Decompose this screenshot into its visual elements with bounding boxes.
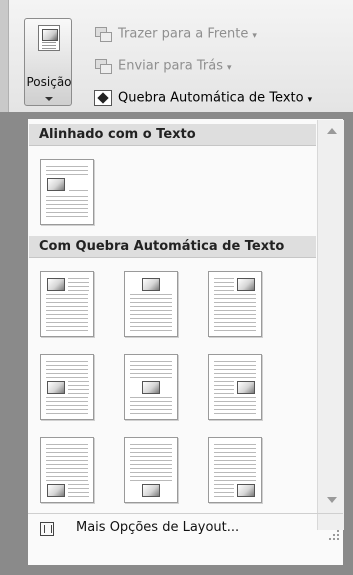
- layout-options-icon: [40, 522, 54, 536]
- position-option-top-center[interactable]: [124, 271, 178, 337]
- chevron-down-icon: ▾: [226, 62, 232, 73]
- position-button-label: Posição: [26, 75, 72, 89]
- more-layout-options-item[interactable]: Mais Opções de Layout...: [28, 513, 343, 544]
- position-option-middle-right[interactable]: [208, 354, 262, 420]
- send-backward-label: Enviar para Trás: [118, 58, 223, 74]
- send-backward-button[interactable]: Enviar para Trás ▾: [94, 58, 232, 80]
- ribbon-edge: [0, 0, 9, 112]
- more-layout-options-label: Mais Opções de Layout...: [76, 520, 240, 535]
- position-dropdown: Alinhado com o Texto Com Quebra Automáti…: [27, 118, 344, 566]
- position-button[interactable]: Posição: [24, 18, 72, 106]
- bring-forward-button[interactable]: Trazer para a Frente ▾: [94, 26, 257, 48]
- ribbon-panel: Posição Trazer para a Frente ▾ Enviar par…: [0, 0, 353, 112]
- chevron-down-icon: ▾: [307, 94, 313, 105]
- chevron-down-icon: [45, 97, 53, 101]
- position-icon: [38, 25, 60, 51]
- scrollbar[interactable]: [317, 120, 344, 530]
- scroll-up-icon[interactable]: [327, 128, 337, 134]
- position-option-bottom-right[interactable]: [208, 437, 262, 503]
- text-wrapping-button[interactable]: Quebra Automática de Texto ▾: [94, 90, 312, 112]
- send-backward-icon: [94, 58, 112, 74]
- position-option-inline[interactable]: [40, 159, 94, 225]
- position-option-middle-left[interactable]: [40, 354, 94, 420]
- scroll-down-icon[interactable]: [327, 497, 337, 503]
- position-option-bottom-center[interactable]: [124, 437, 178, 503]
- position-option-top-left[interactable]: [40, 271, 94, 337]
- section-header-wrap: Com Quebra Automática de Texto: [29, 236, 316, 258]
- text-wrapping-icon: [94, 90, 112, 106]
- position-option-middle-center[interactable]: [124, 354, 178, 420]
- section-header-inline: Alinhado com o Texto: [29, 124, 316, 146]
- bring-forward-label: Trazer para a Frente: [118, 26, 249, 42]
- bring-forward-icon: [94, 26, 112, 42]
- resize-grip-icon[interactable]: [329, 530, 339, 540]
- text-wrapping-label: Quebra Automática de Texto: [118, 90, 304, 106]
- chevron-down-icon: ▾: [252, 30, 257, 41]
- position-option-bottom-left[interactable]: [40, 437, 94, 503]
- position-option-top-right[interactable]: [208, 271, 262, 337]
